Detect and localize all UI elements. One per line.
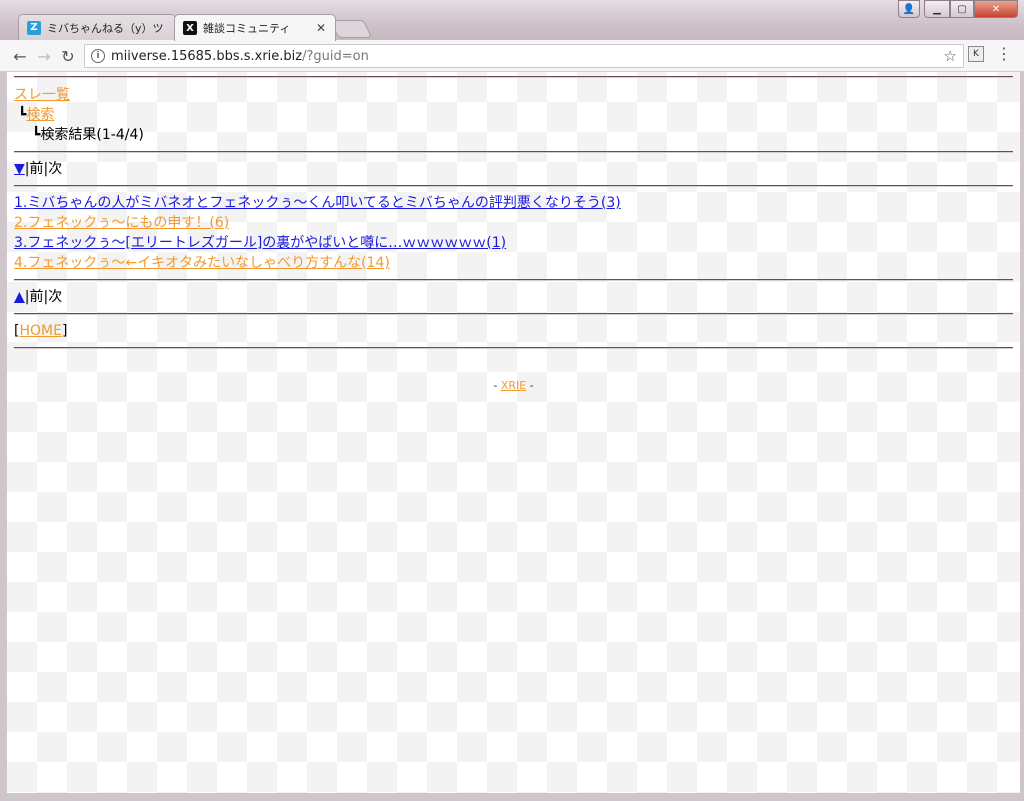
next-label: 次	[48, 289, 63, 305]
bottom-pagination: ▲|前|次	[14, 287, 1013, 307]
search-result-count: 検索結果(1-4/4)	[40, 127, 144, 143]
user-icon[interactable]: 👤	[898, 0, 920, 18]
result-link-4[interactable]: 4.フェネックぅ～←イキオタみたいなしゃべり方すんな(14)	[14, 255, 390, 271]
result-link-1[interactable]: 1.ミバちゃんの人がミバネオとフェネックぅ～くん叩いてるとミバちゃんの評判悪くな…	[14, 195, 621, 211]
window-titlebar: Z ミバちゃんねる（y）ツ X 雑談コミュニティ ✕ 👤 ▁ ▢ ✕	[0, 0, 1024, 41]
url-host: miiverse.15685.bbs.s.xrie.biz	[111, 48, 303, 64]
footer-dash: -	[526, 379, 534, 392]
thread-list-link[interactable]: スレ一覧	[14, 87, 70, 103]
breadcrumb-result: ┗検索結果(1-4/4)	[14, 125, 1013, 145]
prev-label: 前	[29, 289, 44, 305]
url-path: /?guid=on	[302, 48, 369, 64]
tab-title: ミバちゃんねる（y）ツ	[47, 21, 164, 35]
window-controls: 👤 ▁ ▢ ✕	[898, 0, 1018, 18]
minimize-button[interactable]: ▁	[924, 0, 950, 18]
new-tab-button[interactable]	[329, 20, 373, 38]
maximize-button[interactable]: ▢	[950, 0, 974, 18]
scroll-up-link[interactable]: ▲	[14, 289, 25, 305]
tab-zatsudan[interactable]: X 雑談コミュニティ ✕	[174, 14, 336, 41]
bracket-close: ]	[61, 323, 68, 339]
search-results-list: 1.ミバちゃんの人がミバネオとフェネックぅ～くん叩いてるとミバちゃんの評判悪くな…	[14, 193, 1013, 273]
xrie-link[interactable]: XRIE	[501, 379, 526, 392]
close-tab-icon[interactable]: ✕	[315, 21, 327, 35]
footer-dash: -	[493, 379, 501, 392]
bookmark-star-icon[interactable]: ☆	[944, 47, 957, 65]
window-frame-left	[0, 72, 7, 801]
reload-icon[interactable]: ↻	[58, 46, 78, 66]
page-viewport: スレ一覧 ┗検索 ┗検索結果(1-4/4) ▼|前|次 1.ミバちゃんの人がミバ…	[7, 72, 1020, 793]
info-icon[interactable]: i	[91, 49, 105, 63]
z-favicon-icon: Z	[27, 20, 41, 35]
divider	[14, 347, 1013, 349]
home-link[interactable]: HOME	[19, 323, 61, 339]
page-content: スレ一覧 ┗検索 ┗検索結果(1-4/4) ▼|前|次 1.ミバちゃんの人がミバ…	[7, 72, 1020, 392]
result-link-2[interactable]: 2.フェネックぅ～にもの申す！(6)	[14, 215, 229, 231]
result-link-3[interactable]: 3.フェネックぅ～[エリートレズガール]の裏がやばいと噂に…ｗｗｗｗｗｗ(1)	[14, 235, 506, 251]
breadcrumb-search: ┗検索	[14, 105, 1013, 125]
extension-icon[interactable]: K	[968, 46, 984, 62]
close-window-button[interactable]: ✕	[974, 0, 1018, 18]
search-link[interactable]: 検索	[26, 107, 54, 123]
tab-title: 雑談コミュニティ	[203, 22, 291, 35]
top-pagination: ▼|前|次	[14, 159, 1013, 179]
forward-arrow-icon[interactable]: →	[34, 46, 54, 66]
x-favicon-icon: X	[183, 21, 197, 35]
back-arrow-icon[interactable]: ←	[10, 46, 30, 66]
browser-toolbar: ← → ↻ i miiverse.15685.bbs.s.xrie.biz/?g…	[0, 40, 1024, 72]
address-bar[interactable]: i miiverse.15685.bbs.s.xrie.biz/?guid=on…	[84, 44, 964, 68]
home-nav: [HOME]	[14, 321, 1013, 341]
menu-dots-icon[interactable]: ⋮	[996, 44, 1012, 63]
scroll-down-link[interactable]: ▼	[14, 161, 25, 177]
footer: - XRIE -	[14, 379, 1013, 392]
breadcrumb-thread-list: スレ一覧	[14, 85, 1013, 105]
prev-label: 前	[29, 161, 44, 177]
window-frame-bottom	[0, 793, 1024, 801]
tab-mibachannel[interactable]: Z ミバちゃんねる（y）ツ	[18, 14, 176, 40]
next-label: 次	[48, 161, 63, 177]
window-frame-right	[1020, 72, 1024, 801]
